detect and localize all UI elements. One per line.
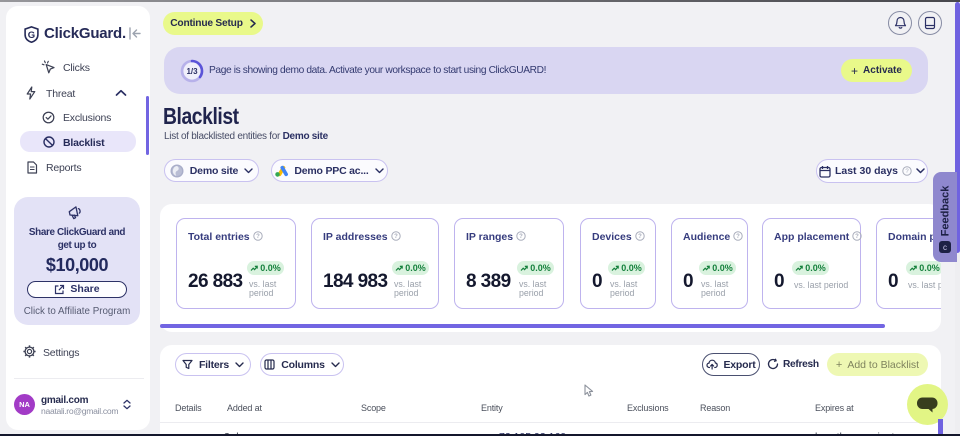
svg-text:?: ? <box>855 234 859 240</box>
svg-text:?: ? <box>519 234 523 240</box>
svg-text:G: G <box>28 30 35 41</box>
svg-text:1/3: 1/3 <box>186 67 198 76</box>
svg-text:?: ? <box>736 234 740 240</box>
svg-text:?: ? <box>394 234 398 240</box>
svg-text:?: ? <box>638 234 642 240</box>
svg-text:?: ? <box>256 234 260 240</box>
